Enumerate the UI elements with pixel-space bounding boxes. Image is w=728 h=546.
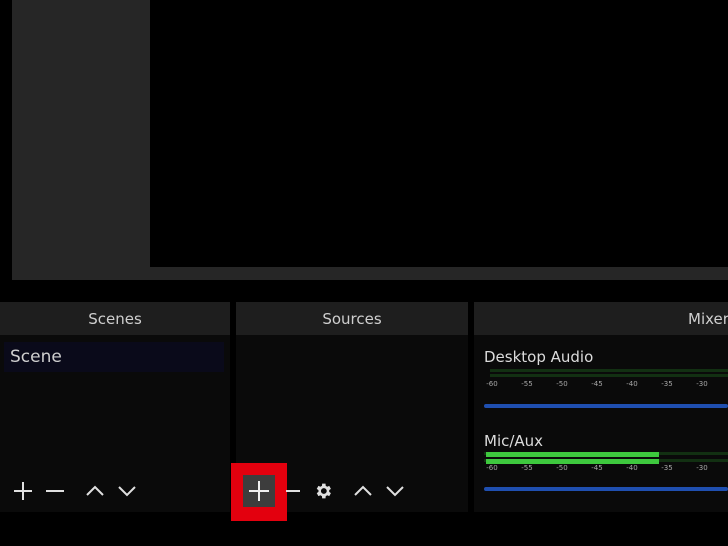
meter-tick-label: -45: [591, 464, 602, 472]
add-scene-button[interactable]: [10, 478, 36, 504]
meter-tick-label: -30: [696, 464, 707, 472]
move-source-up-button[interactable]: [350, 478, 376, 504]
minus-icon: [45, 481, 65, 501]
mic-aux-volume-slider[interactable]: [484, 487, 728, 491]
remove-source-button[interactable]: [280, 478, 306, 504]
mic-aux-meter-fill: [486, 452, 659, 457]
meter-tick-label: -50: [556, 380, 567, 388]
chevron-up-icon: [85, 481, 105, 501]
meter-tick-label: -55: [521, 380, 532, 388]
meter-tick-label: -35: [661, 464, 672, 472]
meter-tick-label: -60: [486, 380, 497, 388]
meter-tick-label: -45: [591, 380, 602, 388]
plus-icon: [13, 481, 33, 501]
minus-icon: [283, 481, 303, 501]
plus-icon: [248, 480, 270, 502]
meter-tick-label: -30: [696, 380, 707, 388]
add-source-button[interactable]: [243, 475, 275, 507]
chevron-up-icon: [353, 481, 373, 501]
desktop-audio-scale: -60 -55 -50 -45 -40 -35 -30: [484, 380, 728, 392]
move-source-down-button[interactable]: [382, 478, 408, 504]
meter-tick-label: -55: [521, 464, 532, 472]
desktop-audio-meter-right: [490, 374, 728, 377]
desktop-audio-label: Desktop Audio: [484, 348, 593, 366]
desktop-audio-meter: [490, 369, 728, 372]
remove-scene-button[interactable]: [42, 478, 68, 504]
meter-tick-label: -60: [486, 464, 497, 472]
mic-aux-scale: -60 -55 -50 -45 -40 -35 -30: [484, 464, 728, 476]
source-properties-button[interactable]: [310, 478, 336, 504]
chevron-down-icon: [117, 481, 137, 501]
meter-tick-label: -35: [661, 380, 672, 388]
mic-aux-label: Mic/Aux: [484, 432, 543, 450]
preview-canvas[interactable]: [150, 0, 728, 267]
move-scene-down-button[interactable]: [114, 478, 140, 504]
gear-icon: [313, 481, 333, 501]
meter-tick-label: -50: [556, 464, 567, 472]
scenes-dock-title: Scenes: [0, 302, 230, 335]
meter-tick-label: -40: [626, 464, 637, 472]
scene-list-item[interactable]: Scene: [4, 342, 224, 372]
move-scene-up-button[interactable]: [82, 478, 108, 504]
mixer-dock-title: Mixer: [474, 302, 728, 335]
desktop-audio-volume-slider[interactable]: [484, 404, 728, 408]
meter-tick-label: -40: [626, 380, 637, 388]
sources-dock-title: Sources: [236, 302, 468, 335]
chevron-down-icon: [385, 481, 405, 501]
scene-item-label: Scene: [10, 347, 62, 367]
